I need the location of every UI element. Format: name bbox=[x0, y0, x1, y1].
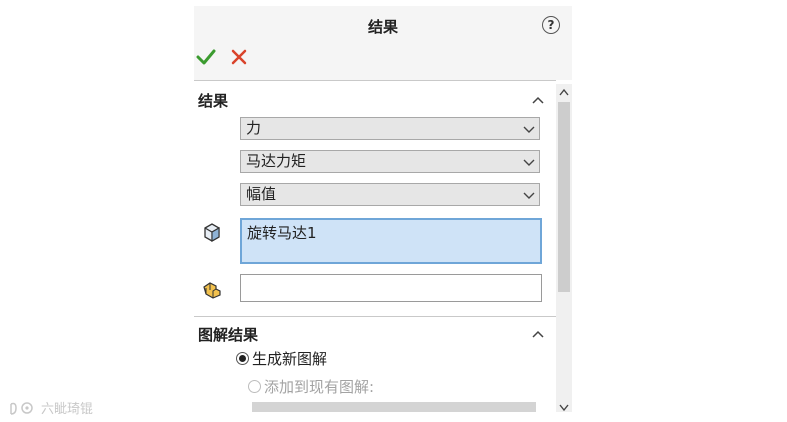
chevron-down-icon bbox=[523, 159, 535, 166]
watermark-text: 六眦琦锟 bbox=[41, 402, 94, 417]
result-type-value: 力 bbox=[246, 119, 262, 137]
section-divider bbox=[194, 316, 556, 317]
help-icon[interactable]: ? bbox=[542, 16, 560, 34]
face-selection-box[interactable] bbox=[240, 274, 542, 302]
chevron-up-icon[interactable] bbox=[532, 329, 544, 339]
property-manager-panel: 结果 ? 结果 力 马达力矩 幅值 旋转马达1 图解结果 生成新图解 添加到现有… bbox=[194, 6, 572, 412]
face-icon bbox=[203, 282, 221, 299]
component-value: 幅值 bbox=[246, 185, 277, 203]
add-to-existing-plot-radio[interactable] bbox=[248, 380, 261, 393]
selection-item[interactable]: 旋转马达1 bbox=[247, 224, 317, 242]
watermark-logo-icon bbox=[10, 401, 33, 415]
watermark: 六眦琦锟 bbox=[8, 398, 93, 417]
chevron-up-icon[interactable] bbox=[532, 95, 544, 105]
result-subtype-value: 马达力矩 bbox=[246, 152, 307, 170]
chevron-down-icon bbox=[523, 126, 535, 133]
cancel-close-icon[interactable] bbox=[229, 47, 249, 67]
plot-results-section-title[interactable]: 图解结果 bbox=[198, 324, 258, 345]
panel-title: 结果 bbox=[367, 18, 398, 36]
scrollbar-thumb[interactable] bbox=[558, 102, 570, 292]
result-type-dropdown[interactable]: 力 bbox=[240, 117, 540, 140]
create-new-plot-radio[interactable] bbox=[236, 352, 249, 365]
chevron-down-icon bbox=[523, 192, 535, 199]
part-icon bbox=[204, 223, 220, 242]
scroll-down-icon[interactable] bbox=[559, 404, 569, 412]
header-divider bbox=[194, 80, 556, 81]
create-new-plot-option[interactable]: 生成新图解 bbox=[236, 348, 327, 369]
results-section-title[interactable]: 结果 bbox=[198, 90, 228, 111]
result-subtype-dropdown[interactable]: 马达力矩 bbox=[240, 150, 540, 173]
scroll-up-icon[interactable] bbox=[559, 88, 569, 96]
ok-check-icon[interactable] bbox=[196, 47, 216, 67]
existing-plot-list bbox=[252, 402, 536, 412]
add-to-existing-plot-label: 添加到现有图解: bbox=[264, 378, 375, 396]
create-new-plot-label: 生成新图解 bbox=[252, 350, 328, 368]
component-selection-box[interactable]: 旋转马达1 bbox=[240, 218, 542, 264]
add-to-existing-plot-option[interactable]: 添加到现有图解: bbox=[248, 376, 374, 397]
panel-scrollbar[interactable] bbox=[556, 84, 572, 412]
component-dropdown[interactable]: 幅值 bbox=[240, 183, 540, 206]
